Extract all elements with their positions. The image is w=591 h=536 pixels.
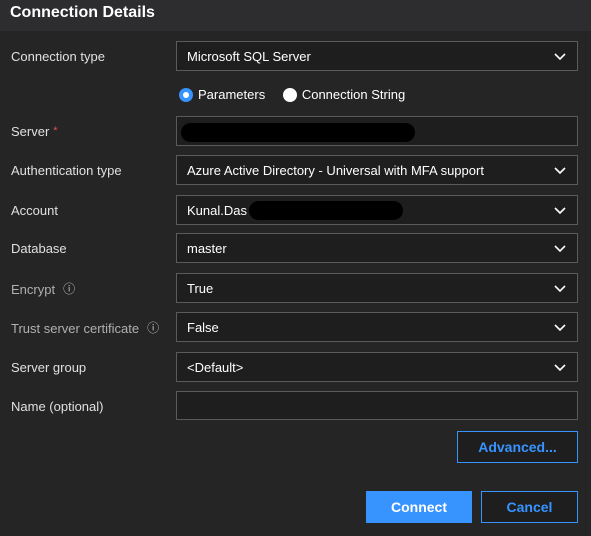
parameters-radio-label: Parameters <box>198 87 266 102</box>
encrypt-row: Encrypt ⓘ True <box>0 273 591 305</box>
connection-type-select[interactable]: Microsoft SQL Server <box>176 41 578 71</box>
info-icon[interactable]: ⓘ <box>63 280 75 297</box>
database-row: Database master <box>0 233 591 265</box>
connection-string-radio-label: Connection String <box>301 87 406 102</box>
server-group-row: Server group <Default> <box>0 352 591 384</box>
trust-server-certificate-label: Trust server certificate ⓘ <box>11 320 159 337</box>
trust-server-certificate-label-text: Trust server certificate <box>11 321 140 336</box>
redaction-mark <box>249 201 403 220</box>
trust-server-certificate-select[interactable]: False <box>176 312 578 342</box>
dialog-header: Connection Details <box>0 0 591 31</box>
chevron-down-icon <box>553 360 567 374</box>
account-row: Account Kunal.Das <box>0 195 591 227</box>
connection-details-dialog: Connection Details Connection type Micro… <box>0 0 591 536</box>
dialog-title: Connection Details <box>10 4 155 21</box>
connection-string-radio[interactable]: Connection String <box>282 86 406 102</box>
server-group-select[interactable]: <Default> <box>176 352 578 382</box>
encrypt-value: True <box>187 281 214 296</box>
trust-server-certificate-row: Trust server certificate ⓘ False <box>0 312 591 344</box>
encrypt-select[interactable]: True <box>176 273 578 303</box>
database-label: Database <box>11 241 67 256</box>
authentication-type-label: Authentication type <box>11 163 122 178</box>
advanced-button[interactable]: Advanced... <box>457 431 578 463</box>
trust-server-certificate-value: False <box>187 320 219 335</box>
server-group-label: Server group <box>11 360 87 375</box>
encrypt-label: Encrypt ⓘ <box>11 281 75 298</box>
server-input[interactable] <box>176 116 578 146</box>
chevron-down-icon <box>553 163 567 177</box>
chevron-down-icon <box>553 320 567 334</box>
authentication-type-value: Azure Active Directory - Universal with … <box>187 163 484 178</box>
connection-type-label: Connection type <box>11 49 105 64</box>
name-input[interactable] <box>176 391 578 420</box>
connect-button[interactable]: Connect <box>366 491 472 523</box>
database-value: master <box>187 241 227 256</box>
server-group-value: <Default> <box>187 360 244 375</box>
chevron-down-icon <box>553 203 567 217</box>
server-row: Server * <box>0 116 591 148</box>
database-select[interactable]: master <box>176 233 578 263</box>
chevron-down-icon <box>553 241 567 255</box>
server-label: Server * <box>11 124 58 139</box>
input-mode-radio-group: Parameters Connection String <box>179 86 419 108</box>
account-value: Kunal.Das <box>187 203 247 218</box>
redaction-mark <box>181 123 415 142</box>
info-icon[interactable]: ⓘ <box>147 319 159 336</box>
account-select[interactable]: Kunal.Das <box>176 195 578 225</box>
name-row: Name (optional) <box>0 391 591 423</box>
cancel-button[interactable]: Cancel <box>481 491 578 523</box>
radio-selected-icon <box>179 88 193 102</box>
server-label-text: Server <box>11 124 50 139</box>
parameters-radio[interactable]: Parameters <box>179 86 266 102</box>
authentication-type-row: Authentication type Azure Active Directo… <box>0 155 591 187</box>
authentication-type-select[interactable]: Azure Active Directory - Universal with … <box>176 155 578 185</box>
connection-type-value: Microsoft SQL Server <box>187 49 311 64</box>
name-label: Name (optional) <box>11 399 104 414</box>
encrypt-label-text: Encrypt <box>11 282 56 297</box>
account-label: Account <box>11 203 58 218</box>
required-marker: * <box>53 125 58 137</box>
connection-type-row: Connection type Microsoft SQL Server <box>0 41 591 73</box>
chevron-down-icon <box>553 281 567 295</box>
radio-unselected-icon <box>282 88 297 102</box>
chevron-down-icon <box>553 49 567 63</box>
